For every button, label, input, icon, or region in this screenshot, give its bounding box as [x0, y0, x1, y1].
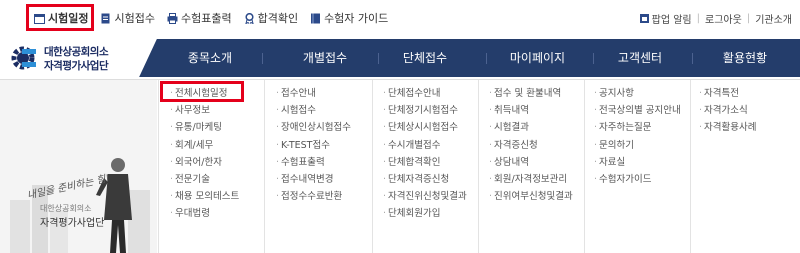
menu-item[interactable]: 접수내역변경 — [276, 171, 351, 188]
menu-item[interactable]: 수험자가이드 — [594, 171, 681, 188]
menu-item[interactable]: 상담내역 — [489, 154, 573, 171]
logo-edge — [139, 39, 160, 77]
menu-item[interactable]: 전문기술 — [170, 171, 239, 188]
highlight-box-exam-schedule — [26, 4, 94, 31]
site-logo[interactable]: 대한상공회의소 자격평가사업단 — [0, 39, 160, 77]
quick-link-print-ticket[interactable]: 수험표출력 — [167, 10, 232, 26]
menu-item[interactable]: 자격활용사례 — [699, 119, 756, 136]
nav-divider — [593, 53, 594, 64]
logout-link[interactable]: 로그아웃 — [705, 11, 742, 26]
award-icon — [244, 12, 254, 24]
menu-item[interactable]: 단체상시시험접수 — [383, 119, 467, 136]
logo-line1: 대한상공회의소 — [44, 46, 109, 58]
menu-item[interactable]: 시험결과 — [489, 119, 573, 136]
menu-column-usage: 자격특전 자격가소식 자격활용사례 — [699, 85, 756, 137]
menu-item[interactable]: 회원/자격정보관리 — [489, 171, 573, 188]
main-nav-bar: 대한상공회의소 자격평가사업단 종목소개 개별접수 단체접수 마이페이지 고객센… — [0, 39, 800, 77]
document-icon — [101, 13, 110, 23]
menu-divider — [158, 80, 159, 253]
menu-item[interactable]: 우대법령 — [170, 205, 239, 222]
book-icon — [311, 13, 321, 23]
logo-line2: 자격평가사업단 — [44, 60, 109, 72]
menu-item[interactable]: 문의하기 — [594, 137, 681, 154]
menu-item[interactable]: 유통/마케팅 — [170, 119, 239, 136]
menu-divider — [690, 80, 691, 253]
menu-item[interactable]: 채용 모의테스트 — [170, 188, 239, 205]
account-links: 팝업 알림 | 로그아웃 | 기관소개 — [639, 11, 792, 26]
menu-divider — [264, 80, 265, 253]
menu-item[interactable]: 자격특전 — [699, 85, 756, 102]
menu-top-border — [0, 79, 800, 80]
print-icon — [167, 12, 178, 24]
popup-alert-link[interactable]: 팝업 알림 — [652, 11, 692, 26]
menu-item[interactable]: 접정수수료반환 — [276, 188, 351, 205]
quick-link-guide[interactable]: 수험자 가이드 — [310, 10, 388, 26]
quick-link-pass-check[interactable]: 합격확인 — [244, 10, 298, 26]
popup-icon — [639, 14, 649, 23]
menu-divider — [584, 80, 585, 253]
promo-org-line1: 대한상공회의소 — [40, 204, 92, 213]
quick-link-label: 수험표출력 — [180, 12, 232, 25]
menu-item[interactable]: 수시개별접수 — [383, 137, 467, 154]
menu-item[interactable]: 단체정기시험접수 — [383, 102, 467, 119]
divider: | — [696, 13, 700, 24]
menu-item[interactable]: 진위여부신청및결과 — [489, 188, 573, 205]
menu-column-individual-apply: 접수안내 시험접수 장애인상시험접수 K-TEST접수 수험표출력 접수내역변경… — [276, 85, 351, 205]
nav-item-courses[interactable]: 종목소개 — [170, 39, 250, 77]
nav-item-individual-apply[interactable]: 개별접수 — [285, 39, 365, 77]
quick-link-exam-apply[interactable]: 시험접수 — [100, 10, 155, 26]
menu-item[interactable]: 단체자격증신청 — [383, 171, 467, 188]
menu-item[interactable]: 외국어/한자 — [170, 154, 239, 171]
nav-divider — [262, 53, 263, 64]
menu-item[interactable]: 자격가소식 — [699, 102, 756, 119]
nav-divider — [378, 53, 379, 64]
promo-banner: 내일을 준비하는 힘! 대한상공회의소 자격평가사업단 — [0, 80, 157, 253]
menu-item[interactable]: 사무정보 — [170, 102, 239, 119]
nav-item-customer-center[interactable]: 고객센터 — [600, 39, 680, 77]
menu-item[interactable]: 공지사항 — [594, 85, 681, 102]
highlight-box-full-schedule — [160, 81, 244, 102]
menu-column-customer-center: 공지사항 전국상의별 공지안내 자주하는질문 문의하기 자료실 수험자가이드 — [594, 85, 681, 188]
promo-org-line2: 자격평가사업단 — [40, 218, 105, 229]
menu-item[interactable]: 시험접수 — [276, 102, 351, 119]
menu-column-courses: 전체시험일정 사무정보 유통/마케팅 회계/세무 외국어/한자 전문기술 채용 … — [170, 85, 239, 223]
quick-link-label: 합격확인 — [257, 12, 299, 25]
menu-item[interactable]: 전국상의별 공지안내 — [594, 102, 681, 119]
menu-item[interactable]: 접수안내 — [276, 85, 351, 102]
nav-divider — [486, 53, 487, 64]
menu-item[interactable]: 단체접수안내 — [383, 85, 467, 102]
menu-item[interactable]: 취득내역 — [489, 102, 573, 119]
menu-item[interactable]: 회계/세무 — [170, 137, 239, 154]
menu-item[interactable]: 장애인상시험접수 — [276, 119, 351, 136]
menu-item[interactable]: K-TEST접수 — [276, 137, 351, 154]
about-link[interactable]: 기관소개 — [755, 11, 792, 26]
menu-item[interactable]: 수험표출력 — [276, 154, 351, 171]
menu-column-group-apply: 단체접수안내 단체정기시험접수 단체상시시험접수 수시개별접수 단체합격확인 단… — [383, 85, 467, 223]
menu-item[interactable]: 단체회원가입 — [383, 205, 467, 222]
menu-item[interactable]: 자주하는질문 — [594, 119, 681, 136]
gear-logo-icon — [11, 46, 36, 70]
nav-item-group-apply[interactable]: 단체접수 — [385, 39, 465, 77]
menu-divider — [478, 80, 479, 253]
quick-link-label: 수험자 가이드 — [324, 12, 389, 25]
menu-item[interactable]: 자료실 — [594, 154, 681, 171]
menu-item[interactable]: 자격진위신청및결과 — [383, 188, 467, 205]
nav-item-mypage[interactable]: 마이페이지 — [495, 39, 580, 77]
top-utility-bar: 시험일정 시험접수 수험표출력 합격확인 수험자 가이드 팝업 알림 | 로그아… — [0, 0, 800, 36]
menu-item[interactable]: 단체합격확인 — [383, 154, 467, 171]
menu-divider — [372, 80, 373, 253]
menu-item[interactable]: 자격증신청 — [489, 137, 573, 154]
divider: | — [746, 13, 751, 24]
nav-item-usage[interactable]: 활용현황 — [705, 39, 785, 77]
nav-divider — [692, 53, 693, 64]
quick-link-label: 시험접수 — [114, 12, 155, 25]
menu-item[interactable]: 접수 및 환불내역 — [489, 85, 573, 102]
menu-column-mypage: 접수 및 환불내역 취득내역 시험결과 자격증신청 상담내역 회원/자격정보관리… — [489, 85, 573, 205]
